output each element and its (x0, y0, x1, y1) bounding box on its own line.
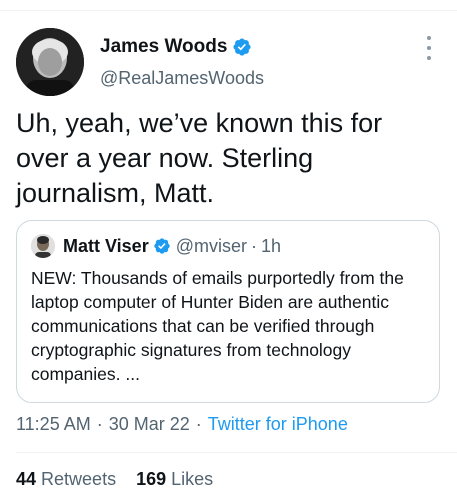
meta-separator: · (195, 414, 202, 434)
author-handle[interactable]: @RealJamesWoods (100, 68, 264, 89)
tweet-text: Uh, yeah, we’ve known this for over a ye… (16, 108, 383, 208)
tweet-meta: 11:25 AM · 30 Mar 22 · Twitter for iPhon… (16, 414, 348, 435)
tweet-source-link[interactable]: Twitter for iPhone (208, 414, 348, 435)
top-divider (0, 10, 457, 11)
author-avatar[interactable] (16, 28, 84, 96)
verified-badge-icon (232, 37, 252, 57)
likes-count[interactable]: 169 (136, 469, 166, 490)
tweet-stats: 44 Retweets 169 Likes (16, 469, 233, 490)
verified-badge-icon (153, 237, 171, 255)
author-name[interactable]: James Woods (100, 36, 227, 58)
quoted-author-handle: @mviser (175, 235, 247, 256)
tweet-date[interactable]: 30 Mar 22 (109, 414, 190, 435)
stats-divider (16, 452, 457, 453)
meta-separator: · (96, 414, 103, 434)
retweets-count[interactable]: 44 (16, 469, 36, 490)
quoted-author-avatar (31, 234, 55, 258)
retweets-label[interactable]: Retweets (41, 469, 116, 490)
quoted-tweet[interactable]: Matt Viser @mviser · 1h NEW: Thousands o… (16, 220, 440, 403)
quoted-tweet-header: Matt Viser @mviser · 1h (31, 233, 281, 259)
tweet-time[interactable]: 11:25 AM (16, 414, 91, 435)
more-options-icon[interactable] (419, 36, 439, 60)
quoted-timestamp: 1h (260, 235, 282, 256)
likes-label[interactable]: Likes (171, 469, 213, 490)
tweet-header: James Woods @RealJamesWoods (16, 28, 441, 98)
quoted-separator: · (250, 235, 257, 256)
author-name-row: James Woods (100, 36, 252, 58)
quoted-author-name: Matt Viser (63, 235, 149, 256)
quoted-tweet-text: NEW: Thousands of emails purportedly fro… (31, 268, 404, 384)
